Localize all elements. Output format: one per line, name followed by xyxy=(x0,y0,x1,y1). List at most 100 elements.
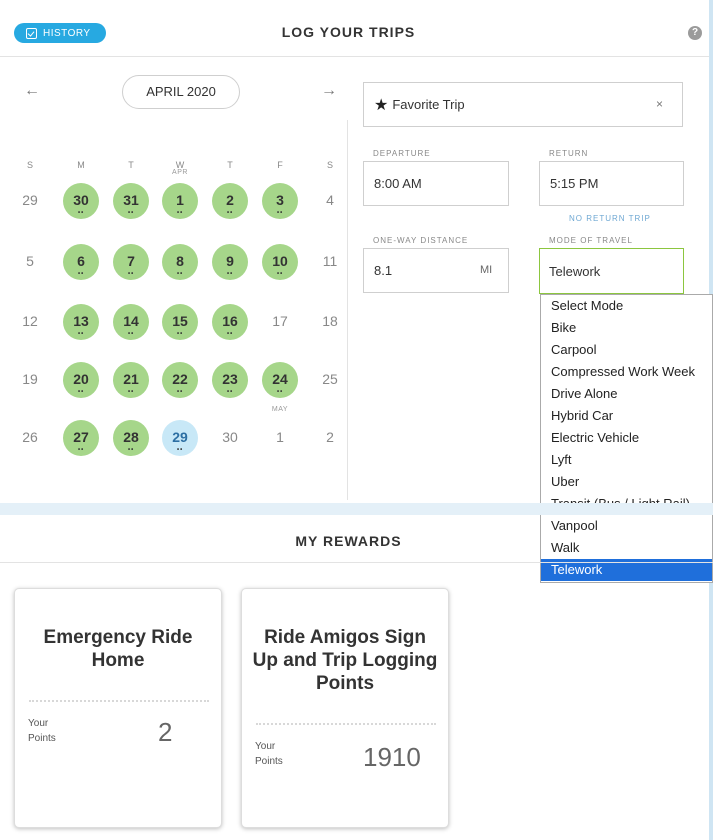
distance-value: 8.1 xyxy=(374,263,393,278)
trip-indicator-dots: •• xyxy=(78,210,85,216)
calendar-day[interactable]: 4 xyxy=(312,183,348,219)
return-label: RETURN xyxy=(549,149,589,158)
day-number: 6 xyxy=(77,253,85,269)
trip-indicator-dots: •• xyxy=(78,389,85,395)
calendar-day[interactable]: 6 •• xyxy=(63,244,99,280)
trip-indicator-dots: •• xyxy=(277,210,284,216)
day-number: 30 xyxy=(73,192,89,208)
month-selector[interactable]: APRIL 2020 xyxy=(122,75,240,109)
calendar-day[interactable]: 20 •• xyxy=(63,362,99,398)
points-value: 2 xyxy=(158,717,173,747)
day-number: 21 xyxy=(123,371,139,387)
rewards-divider xyxy=(0,562,713,563)
card-separator xyxy=(29,700,209,702)
calendar-day[interactable]: 18 xyxy=(312,304,348,340)
day-number: 12 xyxy=(22,313,38,329)
calendar-day[interactable]: 28 •• xyxy=(113,420,149,456)
calendar-day[interactable]: 27 •• xyxy=(63,420,99,456)
mode-option[interactable]: Compressed Work Week xyxy=(541,361,712,383)
calendar-day[interactable]: 25 xyxy=(312,362,348,398)
mode-option[interactable]: Carpool xyxy=(541,339,712,361)
mode-option[interactable]: Hybrid Car xyxy=(541,405,712,427)
day-number: 22 xyxy=(172,371,188,387)
calendar-day[interactable]: 19 xyxy=(12,362,48,398)
return-field[interactable]: 5:15 PM xyxy=(539,161,684,206)
no-return-trip-link[interactable]: NO RETURN TRIP xyxy=(569,214,651,223)
mode-option[interactable]: Uber xyxy=(541,471,712,493)
calendar-day[interactable]: 29 xyxy=(12,183,48,219)
calendar-day[interactable]: 5 xyxy=(12,244,48,280)
reward-card-emergency-ride[interactable]: Emergency Ride Home Your Points 2 xyxy=(14,588,222,828)
trip-indicator-dots: •• xyxy=(78,331,85,337)
mode-of-travel-select[interactable]: Telework xyxy=(539,248,684,294)
mode-option[interactable]: Electric Vehicle xyxy=(541,427,712,449)
return-value: 5:15 PM xyxy=(550,176,599,191)
mode-option[interactable]: Drive Alone xyxy=(541,383,712,405)
calendar-day[interactable]: 24 •• xyxy=(262,362,298,398)
mode-option[interactable]: Bike xyxy=(541,317,712,339)
next-month-arrow-icon[interactable]: → xyxy=(321,82,337,100)
calendar-day[interactable]: 11 xyxy=(312,244,348,280)
calendar-day[interactable]: 21 •• xyxy=(113,362,149,398)
favorite-trip-select[interactable]: ★ Favorite Trip × xyxy=(363,82,683,127)
calendar-day[interactable]: 23 •• xyxy=(212,362,248,398)
day-number: 11 xyxy=(322,253,338,269)
trip-indicator-dots: •• xyxy=(227,210,234,216)
day-number: 20 xyxy=(73,371,89,387)
prev-month-arrow-icon[interactable]: ← xyxy=(24,82,40,100)
calendar-day[interactable]: 31 •• xyxy=(113,183,149,219)
day-number: 16 xyxy=(222,313,238,329)
departure-field[interactable]: 8:00 AM xyxy=(363,161,509,206)
weekday-header: T xyxy=(227,160,233,170)
weekday-header: T xyxy=(128,160,134,170)
month-marker: MAY xyxy=(271,406,289,413)
help-icon[interactable]: ? xyxy=(688,26,702,40)
day-number: 17 xyxy=(272,313,288,329)
day-number: 5 xyxy=(26,253,34,269)
day-number: 19 xyxy=(22,371,38,387)
reward-card-ride-amigos[interactable]: Ride Amigos Sign Up and Trip Logging Poi… xyxy=(241,588,449,828)
calendar-day[interactable]: 14 •• xyxy=(113,304,149,340)
points-label: Your Points xyxy=(28,718,56,744)
clear-icon[interactable]: × xyxy=(656,97,663,111)
day-number: 25 xyxy=(322,371,338,387)
calendar-day[interactable]: 30 xyxy=(212,420,248,456)
trip-indicator-dots: •• xyxy=(128,389,135,395)
calendar-day[interactable]: 12 xyxy=(12,304,48,340)
calendar-day[interactable]: 9 •• xyxy=(212,244,248,280)
page-title: LOG YOUR TRIPS xyxy=(281,24,416,40)
star-icon: ★ xyxy=(374,96,389,114)
calendar-day[interactable]: 3 •• xyxy=(262,183,298,219)
calendar-day[interactable]: 10 •• xyxy=(262,244,298,280)
departure-value: 8:00 AM xyxy=(374,176,422,191)
calendar-day[interactable]: 30 •• xyxy=(63,183,99,219)
calendar-day[interactable]: 8 •• xyxy=(162,244,198,280)
trip-indicator-dots: •• xyxy=(177,271,184,277)
calendar-day[interactable]: 13 •• xyxy=(63,304,99,340)
points-value: 1910 xyxy=(363,742,421,772)
calendar-day[interactable]: 2 •• xyxy=(212,183,248,219)
calendar-day[interactable]: 2 xyxy=(312,420,348,456)
day-number: 2 xyxy=(326,429,334,445)
month-marker: APR xyxy=(172,169,188,176)
mode-value: Telework xyxy=(549,263,601,279)
calendar-day[interactable]: 26 xyxy=(12,420,48,456)
calendar-day[interactable]: 1 APR •• xyxy=(162,169,198,219)
day-number: 30 xyxy=(222,429,238,445)
mode-option[interactable]: Lyft xyxy=(541,449,712,471)
calendar-day[interactable]: 16 •• xyxy=(212,304,248,340)
calendar-day[interactable]: 17 xyxy=(262,304,298,340)
calendar-day[interactable]: 22 •• xyxy=(162,362,198,398)
trip-indicator-dots: •• xyxy=(227,271,234,277)
calendar-day[interactable]: 7 •• xyxy=(113,244,149,280)
calendar-day[interactable]: 15 •• xyxy=(162,304,198,340)
day-number: 8 xyxy=(176,253,184,269)
trip-indicator-dots: •• xyxy=(277,389,284,395)
day-number: 23 xyxy=(222,371,238,387)
calendar-day[interactable]: 29 •• xyxy=(162,420,198,456)
trip-indicator-dots: •• xyxy=(177,389,184,395)
day-number: 15 xyxy=(172,313,188,329)
trip-indicator-dots: •• xyxy=(227,331,234,337)
calendar-day[interactable]: 1 MAY xyxy=(262,406,298,456)
mode-option[interactable]: Select Mode xyxy=(541,295,712,317)
